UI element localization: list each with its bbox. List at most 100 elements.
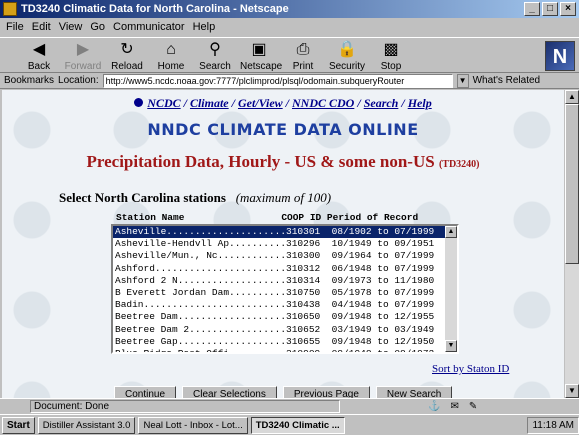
start-button[interactable]: Start (2, 416, 35, 434)
toolbar-label: Home (157, 61, 185, 72)
page-scroll-thumb[interactable] (565, 104, 579, 264)
page-headline: NNDC CLIMATE DATA ONLINE (147, 120, 419, 139)
scroll-up-icon[interactable]: ▲ (445, 226, 457, 238)
page-scroll-up-icon[interactable]: ▲ (565, 90, 579, 104)
bookmarks-button[interactable]: Bookmarks (4, 75, 54, 86)
search-icon: ⚲ (209, 41, 221, 58)
navigator-icon[interactable]: ⚓ (428, 401, 440, 412)
status-bar: Document: Done ⚓ ✉ ✎ (0, 398, 579, 414)
menu-file[interactable]: File (6, 21, 24, 33)
forward-arrow-icon: ▶ (76, 41, 90, 58)
toolbar-label: Reload (111, 61, 143, 72)
whats-related-button[interactable]: What's Related (473, 75, 541, 86)
sort-by-station-id-link[interactable]: Sort by Staton ID (432, 363, 509, 375)
toolbar-label: Search (199, 61, 231, 72)
mail-icon[interactable]: ✉ (450, 401, 458, 412)
menu-help[interactable]: Help (193, 21, 216, 33)
station-column-headers: Station Name COOP ID Period of Record (116, 212, 419, 223)
station-option[interactable]: Beetree Dam 2.................310652 03/… (113, 324, 445, 336)
page-content: NCDC / Climate / Get/View / NNDC CDO / S… (2, 90, 564, 398)
toolbar-label: Stop (380, 61, 402, 72)
taskbar-item[interactable]: TD3240 Climatic ... (250, 416, 345, 434)
menu-go[interactable]: Go (90, 21, 105, 33)
form-buttons: Continue Clear Selections Previous Page New… (114, 386, 453, 398)
previous-page-button[interactable]: Previous Page (282, 386, 370, 398)
stop-button[interactable]: ▩ Stop (372, 41, 410, 72)
station-option[interactable]: Asheville-Hendvll Ap..........310296 10/… (113, 238, 445, 250)
nav-link-help[interactable]: Help (408, 96, 432, 110)
home-button[interactable]: ⌂ Home (152, 41, 190, 72)
security-button[interactable]: 🔒 Security (328, 41, 366, 72)
url-field[interactable]: http://www5.ncdc.noaa.gov:7777/plclimpro… (102, 73, 453, 88)
menu-communicator[interactable]: Communicator (113, 21, 185, 33)
station-option[interactable]: Asheville/Mun., Nc............310300 09/… (113, 250, 445, 262)
netscape-app-icon (3, 2, 17, 16)
minimize-button[interactable]: _ (524, 2, 540, 16)
page-scrollbar[interactable]: ▲ ▼ (565, 90, 579, 398)
maximize-button[interactable]: □ (542, 2, 558, 16)
menu-bar: File Edit View Go Communicator Help (0, 18, 579, 36)
toolbar-label: Back (27, 61, 51, 72)
status-text: Document: Done (30, 400, 340, 413)
nav-link-nndc-cdo[interactable]: NNDC CDO (292, 96, 354, 110)
stop-icon: ▩ (383, 41, 399, 58)
location-bar: Bookmarks Location: http://www5.ncdc.noa… (0, 73, 579, 89)
toolbar-label: Print (292, 61, 314, 72)
taskbar-item[interactable]: Neal Lott - Inbox - Lot... (138, 416, 248, 434)
back-arrow-icon: ◀ (32, 41, 46, 58)
nav-separator: / (282, 96, 292, 110)
composer-icon[interactable]: ✎ (469, 401, 477, 412)
continue-button[interactable]: Continue (114, 386, 177, 398)
page-subhead: Precipitation Data, Hourly - US & some n… (2, 152, 564, 172)
forward-button[interactable]: ▶ Forward (64, 41, 102, 72)
nav-link-search[interactable]: Search (364, 96, 399, 110)
reload-button[interactable]: ↻ Reload (108, 41, 146, 72)
taskbar-item[interactable]: Distiller Assistant 3.0 (37, 416, 136, 434)
station-listbox[interactable]: Asheville.....................310301 08/… (111, 224, 459, 354)
nav-link-get-view[interactable]: Get/View (238, 96, 283, 110)
new-search-button[interactable]: New Search (375, 386, 453, 398)
station-option[interactable]: Ashford 2 N...................310314 09/… (113, 275, 445, 287)
station-option[interactable]: Beetree Dam...................310650 09/… (113, 311, 445, 323)
location-label: Location: (58, 75, 99, 86)
close-button[interactable]: × (560, 2, 576, 16)
netscape-icon: ▣ (251, 41, 267, 58)
station-option[interactable]: Badin.........................310438 04/… (113, 299, 445, 311)
search-button[interactable]: ⚲ Search (196, 41, 234, 72)
menu-view[interactable]: View (59, 21, 83, 33)
window-titlebar[interactable]: TD3240 Climatic Data for North Carolina … (0, 0, 579, 18)
station-option[interactable]: Ashford.......................310312 06/… (113, 263, 445, 275)
station-option[interactable]: Blue Ridge Post Offi..........310909 09/… (113, 348, 445, 352)
site-nav: NCDC / Climate / Get/View / NNDC CDO / S… (2, 96, 564, 111)
back-button[interactable]: ◀ Back (20, 41, 58, 72)
window-title: TD3240 Climatic Data for North Carolina … (21, 3, 289, 15)
station-option[interactable]: Asheville.....................310301 08/… (113, 226, 445, 239)
print-button[interactable]: ⎙ Print (284, 41, 322, 72)
nav-separator: / (228, 96, 238, 110)
page-scroll-down-icon[interactable]: ▼ (565, 384, 579, 398)
nav-separator: / (398, 96, 408, 110)
toolbar-label: Netscape (240, 61, 283, 72)
nav-link-climate[interactable]: Climate (190, 96, 229, 110)
security-lock-icon: 🔒 (337, 41, 357, 58)
clear-selections-button[interactable]: Clear Selections (182, 386, 277, 398)
netscape-button[interactable]: ▣ Netscape (240, 41, 282, 72)
nav-link-ncdc[interactable]: NCDC (147, 96, 180, 110)
station-option[interactable]: Beetree Gap...................310655 09/… (113, 336, 445, 348)
max-hint: (maximum of 100) (235, 190, 332, 205)
windows-taskbar: Start Distiller Assistant 3.0 Neal Lott -… (0, 414, 579, 435)
subhead-text: Precipitation Data, Hourly - US & some n… (86, 152, 435, 171)
toolbar-label: Forward (64, 61, 102, 72)
toolbar-label: Security (328, 61, 366, 72)
menu-edit[interactable]: Edit (32, 21, 51, 33)
reload-icon: ↻ (120, 41, 134, 58)
home-icon: ⌂ (166, 41, 176, 58)
listbox-scrollbar[interactable]: ▲ ▼ (445, 226, 457, 352)
url-dropdown-icon[interactable]: ▼ (456, 73, 469, 88)
subhead-code: (TD3240) (438, 159, 480, 170)
noaa-bullet-icon (134, 98, 144, 107)
netscape-logo: N (545, 41, 575, 71)
system-clock: 11:18 AM (527, 416, 579, 434)
station-option[interactable]: B Everett Jordan Dam..........310750 05/… (113, 287, 445, 299)
scroll-down-icon[interactable]: ▼ (445, 340, 457, 352)
